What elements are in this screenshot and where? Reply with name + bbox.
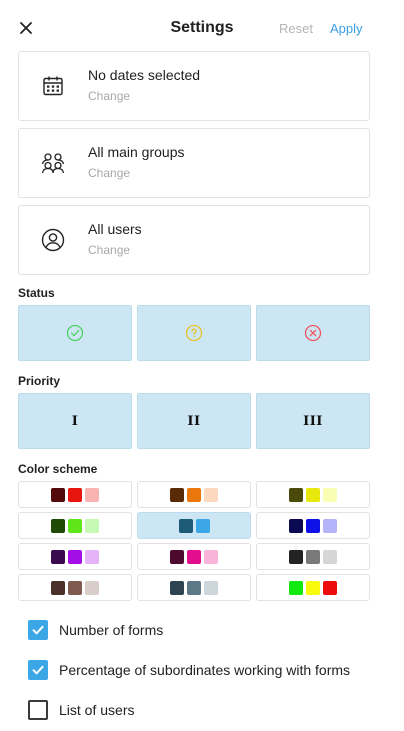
color-swatch bbox=[85, 549, 99, 564]
priority-3-label: III bbox=[303, 413, 323, 429]
list-of-users-label: List of users bbox=[59, 702, 135, 718]
color-swatch bbox=[68, 487, 82, 502]
user-filter-card[interactable]: All users Change bbox=[18, 205, 370, 275]
group-filter-value: All main groups bbox=[88, 144, 185, 160]
color-swatch bbox=[51, 580, 65, 595]
color-swatch bbox=[323, 518, 337, 533]
color-swatch bbox=[51, 518, 65, 533]
color-swatch bbox=[187, 549, 201, 564]
color-swatch bbox=[170, 580, 184, 595]
color-swatch bbox=[289, 518, 303, 533]
color-swatch bbox=[323, 580, 337, 595]
color-swatch bbox=[195, 518, 210, 533]
color-swatch bbox=[289, 549, 303, 564]
color-scheme-option[interactable] bbox=[137, 574, 251, 601]
color-swatch bbox=[68, 580, 82, 595]
priority-1-button[interactable]: I bbox=[18, 393, 132, 449]
color-swatch bbox=[306, 549, 320, 564]
color-scheme-option[interactable] bbox=[137, 543, 251, 570]
status-section-label: Status bbox=[18, 286, 55, 300]
color-swatch bbox=[51, 549, 65, 564]
color-swatch bbox=[204, 580, 218, 595]
color-swatch bbox=[85, 580, 99, 595]
group-icon bbox=[41, 151, 65, 175]
color-swatch bbox=[68, 518, 82, 533]
percentage-subordinates-checkbox[interactable] bbox=[28, 660, 48, 680]
checkmark-icon bbox=[32, 665, 44, 675]
reset-button[interactable]: Reset bbox=[279, 21, 313, 36]
color-swatch bbox=[306, 487, 320, 502]
status-failed-button[interactable] bbox=[256, 305, 370, 361]
header-bar: Settings Reset Apply bbox=[0, 0, 404, 56]
color-swatch bbox=[289, 580, 303, 595]
color-swatch bbox=[204, 549, 218, 564]
number-of-forms-checkbox[interactable] bbox=[28, 620, 48, 640]
color-swatch bbox=[170, 549, 184, 564]
color-swatch bbox=[187, 487, 201, 502]
color-scheme-option[interactable] bbox=[137, 481, 251, 508]
color-swatch bbox=[187, 580, 201, 595]
color-scheme-option[interactable] bbox=[137, 512, 251, 539]
question-circle-icon bbox=[185, 324, 203, 342]
priority-section-label: Priority bbox=[18, 374, 61, 388]
percentage-subordinates-label: Percentage of subordinates working with … bbox=[59, 662, 351, 678]
color-swatch bbox=[204, 487, 218, 502]
check-circle-icon bbox=[66, 324, 84, 342]
color-swatch bbox=[289, 487, 303, 502]
color-scheme-option[interactable] bbox=[256, 574, 370, 601]
group-filter-change-link[interactable]: Change bbox=[88, 166, 130, 180]
status-pending-button[interactable] bbox=[137, 305, 251, 361]
color-scheme-section-label: Color scheme bbox=[18, 462, 98, 476]
color-scheme-option[interactable] bbox=[18, 543, 132, 570]
status-options bbox=[18, 305, 370, 361]
apply-button[interactable]: Apply bbox=[330, 21, 363, 36]
status-done-button[interactable] bbox=[18, 305, 132, 361]
color-scheme-option[interactable] bbox=[256, 543, 370, 570]
priority-options: I II III bbox=[18, 393, 370, 449]
cross-circle-icon bbox=[304, 324, 322, 342]
color-swatch bbox=[170, 487, 184, 502]
color-scheme-option[interactable] bbox=[18, 512, 132, 539]
color-swatch bbox=[51, 487, 65, 502]
color-scheme-option[interactable] bbox=[18, 481, 132, 508]
checkmark-icon bbox=[32, 625, 44, 635]
color-swatch bbox=[178, 518, 193, 533]
date-filter-card[interactable]: No dates selected Change bbox=[18, 51, 370, 121]
color-swatch bbox=[85, 487, 99, 502]
color-scheme-grid bbox=[18, 481, 370, 601]
color-scheme-option[interactable] bbox=[18, 574, 132, 601]
color-swatch bbox=[85, 518, 99, 533]
color-scheme-option[interactable] bbox=[256, 481, 370, 508]
priority-2-label: II bbox=[187, 413, 201, 429]
user-filter-value: All users bbox=[88, 221, 142, 237]
priority-2-button[interactable]: II bbox=[137, 393, 251, 449]
number-of-forms-label: Number of forms bbox=[59, 622, 164, 638]
user-filter-change-link[interactable]: Change bbox=[88, 243, 130, 257]
color-swatch bbox=[306, 518, 320, 533]
date-filter-change-link[interactable]: Change bbox=[88, 89, 130, 103]
color-scheme-option[interactable] bbox=[256, 512, 370, 539]
color-swatch bbox=[68, 549, 82, 564]
date-filter-value: No dates selected bbox=[88, 67, 201, 83]
option-percentage-subordinates[interactable]: Percentage of subordinates working with … bbox=[28, 659, 350, 681]
color-swatch bbox=[323, 549, 337, 564]
option-number-of-forms[interactable]: Number of forms bbox=[28, 619, 163, 641]
group-filter-card[interactable]: All main groups Change bbox=[18, 128, 370, 198]
user-icon bbox=[41, 228, 65, 252]
list-of-users-checkbox[interactable] bbox=[28, 700, 48, 720]
option-list-of-users[interactable]: List of users bbox=[28, 699, 134, 721]
priority-3-button[interactable]: III bbox=[256, 393, 370, 449]
color-swatch bbox=[306, 580, 320, 595]
priority-1-label: I bbox=[71, 413, 79, 429]
calendar-icon bbox=[41, 74, 65, 98]
color-swatch bbox=[323, 487, 337, 502]
